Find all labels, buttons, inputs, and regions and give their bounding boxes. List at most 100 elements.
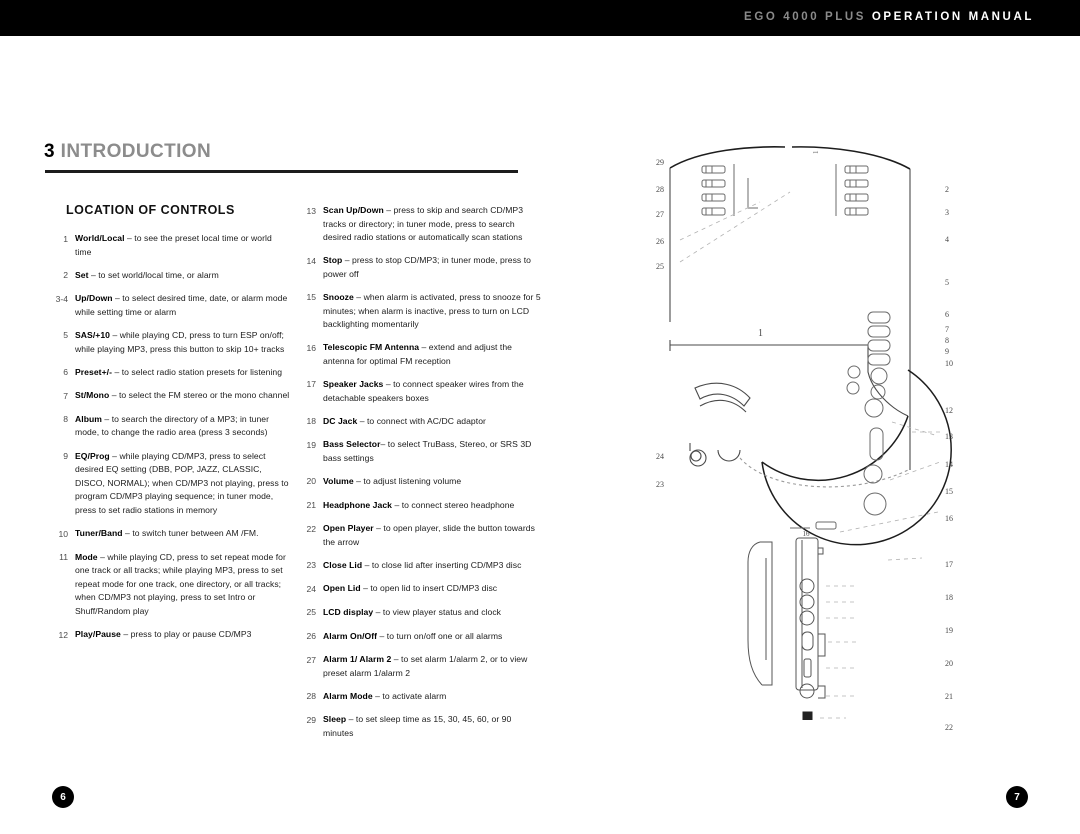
control-item-number: 19 [306,439,316,450]
diagram-callout-20: 20 [945,659,953,668]
control-item-number: 17 [306,379,316,390]
title-divider [45,170,518,173]
product-line-drawing: 1 1 16 [669,146,952,720]
diagram-callout-2: 2 [945,185,949,194]
control-list-item: 19 Bass Selector– to select TruBass, Ster… [292,438,542,465]
diagram-callout-7: 7 [945,325,949,334]
page-title: 3 INTRODUCTION [44,141,211,163]
control-item-text: Telescopic FM Antenna – extend and adjus… [323,341,542,368]
control-item-text: LCD display – to view player status and … [323,606,501,620]
product-diagram: 1 1 16 29 28 27 26 25 24 23 2 3 4 5 6 7 … [640,140,1060,732]
control-list-item: 24 Open Lid – to open lid to insert CD/MP… [292,582,542,596]
control-item-name: Bass Selector [323,439,381,450]
diagram-callout-28: 28 [656,185,664,194]
manual-title: EGO 4000 PLUS OPERATION MANUAL [744,11,1034,23]
section-title-text: INTRODUCTION [60,141,212,162]
front-view-top-label: 1 [812,150,820,154]
control-item-description: – to turn on/off one or all alarms [377,630,503,641]
diagram-callout-15: 15 [945,487,953,496]
control-item-name: World/Local [75,233,125,243]
control-list-item: 18 DC Jack – to connect with AC/DC adapto… [292,415,542,429]
control-item-description: – to select the FM stereo or the mono ch… [109,390,290,401]
control-item-number: 2 [63,270,68,281]
control-item-description: – to close lid after inserting CD/MP3 di… [362,559,522,570]
control-list-item: 29 Sleep – to set sleep time as 15, 30, 4… [292,713,542,740]
control-item-name: Mode [75,551,98,562]
diagram-callout-25: 25 [656,262,664,271]
control-item-text: Scan Up/Down – press to skip and search … [323,204,542,245]
control-item-number: 21 [306,500,316,510]
manual-brand: EGO 4000 PLUS [744,11,867,23]
control-item-number: 3-4 [55,293,68,304]
control-item-text: Stop – press to stop CD/MP3; in tuner mo… [323,254,542,281]
control-item-text: Mode – while playing CD, press to set re… [75,551,290,619]
control-item-name: LCD display [323,606,374,617]
page-number-right: 7 [1006,786,1028,808]
side-leader-lines [820,557,923,719]
control-item-name: Alarm Mode [323,690,373,701]
control-item-name: Preset+/- [75,366,112,377]
control-item-text: Play/Pause – press to play or pause CD/M… [75,628,251,642]
leader-lines [679,191,941,533]
control-list-item: 1 World/Local – to see the preset local t… [44,232,290,259]
control-item-text: Speaker Jacks – to connect speaker wires… [323,378,542,405]
diagram-callout-17: 17 [945,560,953,569]
control-list-item: 2 Set – to set world/local time, or alarm [44,269,290,283]
control-item-text: Volume – to adjust listening volume [323,475,461,489]
control-item-number: 28 [306,691,316,702]
control-list-item: 16 Telescopic FM Antenna – extend and adj… [292,341,542,368]
control-item-number: 13 [306,205,316,216]
control-item-number: 16 [306,342,316,353]
control-item-name: Scan Up/Down [323,205,384,215]
control-item-number: 12 [58,629,68,640]
control-item-number: 5 [63,330,68,341]
front-view-label-1: 1 [758,328,763,339]
control-item-text: World/Local – to see the preset local ti… [75,232,290,259]
control-item-name: St/Mono [75,390,110,401]
control-item-description: – to set world/local time, or alarm [88,269,219,280]
control-item-description: – when alarm is activated, press to snoo… [323,291,541,330]
control-list-item: 6 Preset+/- – to select radio station pre… [44,366,290,380]
diagram-callout-18: 18 [945,593,953,602]
control-item-text: Sleep – to set sleep time as 15, 30, 45,… [323,713,542,740]
control-item-name: Play/Pause [75,629,121,640]
control-list-item: 21 Headphone Jack – to connect stereo hea… [292,499,542,513]
control-item-description: – to open lid to insert CD/MP3 disc [360,583,498,594]
control-list-item: 9 EQ/Prog – while playing CD/MP3, press t… [44,450,290,518]
diagram-callout-26: 26 [656,237,664,246]
diagram-callout-21: 21 [945,692,953,701]
control-item-text: Tuner/Band – to switch tuner between AM … [75,527,259,541]
control-item-number: 6 [63,367,68,378]
control-item-name: EQ/Prog [75,450,110,461]
control-item-text: EQ/Prog – while playing CD/MP3, press to… [75,450,290,518]
control-list-item: 13 Scan Up/Down – press to skip and searc… [292,204,542,245]
control-item-description: – to select radio station presets for li… [112,366,283,377]
control-item-name: Set [75,269,89,280]
control-item-text: Alarm On/Off – to turn on/off one or all… [323,630,502,644]
diagram-callout-4: 4 [945,235,949,244]
control-item-name: Headphone Jack [323,499,392,510]
control-item-number: 29 [306,714,316,725]
diagram-callout-23: 23 [656,480,664,489]
control-item-name: Volume [323,475,354,486]
control-item-description: – press to play or pause CD/MP3 [120,629,252,640]
control-item-name: Open Lid [323,583,361,594]
diagram-callout-13: 13 [945,432,953,441]
control-item-text: Open Lid – to open lid to insert CD/MP3 … [323,582,497,596]
control-item-number: 25 [306,607,316,618]
diagram-callout-24: 24 [656,452,664,461]
control-item-number: 11 [59,552,68,563]
control-item-description: – while playing CD, press to set repeat … [75,551,286,616]
control-item-text: Snooze – when alarm is activated, press … [323,291,542,332]
control-item-number: 1 [63,233,68,244]
controls-list-right: 13 Scan Up/Down – press to skip and searc… [292,204,542,750]
control-item-name: Stop [323,255,343,266]
control-item-number: 20 [306,476,316,487]
control-list-item: 12 Play/Pause – press to play or pause CD… [44,628,290,642]
control-list-item: 28 Alarm Mode – to activate alarm [292,690,542,704]
diagram-callout-27: 27 [656,210,664,219]
control-item-number: 10 [58,528,68,539]
control-item-name: Alarm 1/ Alarm 2 [323,654,392,665]
diagram-callout-5: 5 [945,278,949,287]
control-item-name: Open Player [323,523,374,534]
